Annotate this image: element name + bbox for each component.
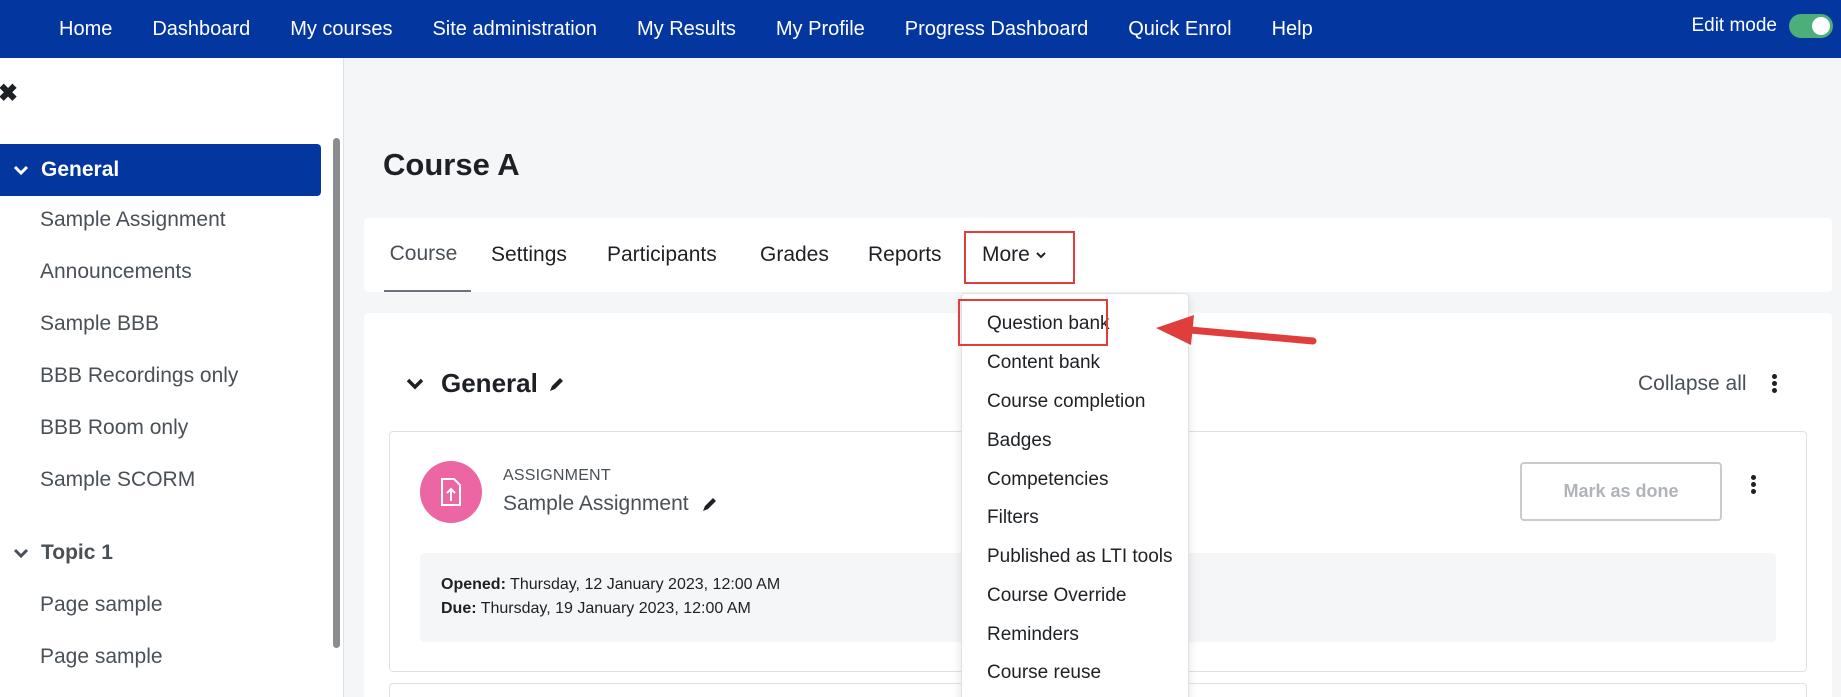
opened-date: Opened: Thursday, 12 January 2023, 12:00…	[441, 576, 780, 594]
pencil-icon[interactable]	[548, 375, 566, 393]
chevron-down-icon	[13, 165, 29, 175]
drawer-item-sample-bbb[interactable]: Sample BBB	[40, 312, 159, 336]
page-title: Course A	[383, 147, 520, 182]
due-date: Due: Thursday, 19 January 2023, 12:00 AM	[441, 600, 751, 618]
drawer-section-topic-1[interactable]: Topic 1	[0, 541, 113, 565]
assignment-icon	[420, 461, 482, 523]
drawer-item-sample-assignment[interactable]: Sample Assignment	[40, 208, 226, 232]
drawer-item-sample-scorm[interactable]: Sample SCORM	[40, 468, 195, 492]
menu-item-filters[interactable]: Filters	[987, 507, 1039, 529]
assignment-file-icon	[441, 478, 461, 506]
question-bank-highlight-box	[958, 299, 1108, 346]
drawer-section-label: Topic 1	[41, 541, 113, 564]
drawer-item-page-sample[interactable]: Page sample	[40, 593, 163, 617]
tab-grades[interactable]: Grades	[760, 218, 829, 292]
nav-home[interactable]: Home	[0, 18, 132, 41]
chevron-down-icon	[13, 548, 29, 558]
tab-course[interactable]: Course	[384, 218, 471, 292]
drawer-section-label: General	[41, 158, 120, 181]
edit-mode-control: Edit mode	[1691, 0, 1833, 52]
nav-help[interactable]: Help	[1252, 18, 1333, 41]
menu-item-competencies[interactable]: Competencies	[987, 469, 1108, 491]
activity-name-link[interactable]: Sample Assignment	[503, 492, 689, 516]
menu-item-content-bank[interactable]: Content bank	[987, 352, 1100, 374]
nav-my-results[interactable]: My Results	[617, 18, 756, 41]
nav-my-courses[interactable]: My courses	[270, 18, 412, 41]
section-kebab-icon[interactable]	[1772, 374, 1778, 395]
menu-item-badges[interactable]: Badges	[987, 430, 1051, 452]
menu-item-course-reuse[interactable]: Course reuse	[987, 662, 1101, 684]
drawer-item-page-sample[interactable]: Page sample	[40, 645, 163, 669]
more-highlight-box	[964, 231, 1075, 284]
activity-kebab-icon[interactable]	[1751, 475, 1757, 496]
toggle-knob	[1812, 17, 1830, 35]
nav-site-administration[interactable]: Site administration	[412, 18, 617, 41]
opened-value: Thursday, 12 January 2023, 12:00 AM	[510, 576, 781, 593]
activity-title: Sample Assignment	[503, 492, 719, 516]
drawer-item-bbb-recordings[interactable]: BBB Recordings only	[40, 364, 238, 388]
drawer-section-general[interactable]: General	[0, 144, 321, 196]
nav-progress-dashboard[interactable]: Progress Dashboard	[885, 18, 1108, 41]
collapse-all-link[interactable]: Collapse all	[1638, 372, 1747, 396]
menu-item-published-as-lti-tools[interactable]: Published as LTI tools	[987, 546, 1173, 568]
due-value: Thursday, 19 January 2023, 12:00 AM	[480, 600, 751, 617]
drawer-item-announcements[interactable]: Announcements	[40, 260, 192, 284]
activity-type: ASSIGNMENT	[503, 467, 611, 484]
nav-quick-enrol[interactable]: Quick Enrol	[1108, 18, 1251, 41]
secondary-navigation: Course Settings Participants Grades Repo…	[364, 218, 1832, 292]
edit-mode-label: Edit mode	[1691, 15, 1777, 36]
opened-label: Opened:	[441, 576, 506, 593]
section-title: General	[441, 368, 538, 398]
red-arrow-annotation	[1156, 315, 1317, 345]
close-icon[interactable]: ✖	[0, 82, 18, 106]
menu-item-reminders[interactable]: Reminders	[987, 624, 1079, 646]
drawer-item-bbb-room[interactable]: BBB Room only	[40, 416, 188, 440]
nav-dashboard[interactable]: Dashboard	[132, 18, 270, 41]
mark-as-done-button[interactable]: Mark as done	[1520, 462, 1722, 521]
tab-reports[interactable]: Reports	[868, 218, 942, 292]
tab-participants[interactable]: Participants	[607, 218, 717, 292]
primary-navigation: Home Dashboard My courses Site administr…	[0, 0, 1333, 58]
section-header: General	[403, 368, 566, 399]
drawer-scrollbar[interactable]	[333, 138, 340, 648]
nav-my-profile[interactable]: My Profile	[756, 18, 885, 41]
top-navbar: Home Dashboard My courses Site administr…	[0, 0, 1841, 58]
chevron-down-icon[interactable]	[403, 377, 427, 391]
course-index-drawer: ✖ General Sample Assignment Announcement…	[0, 58, 344, 697]
edit-mode-toggle[interactable]	[1789, 14, 1833, 38]
menu-item-course-override[interactable]: Course Override	[987, 585, 1126, 607]
tab-settings[interactable]: Settings	[491, 218, 567, 292]
due-label: Due:	[441, 600, 477, 617]
menu-item-course-completion[interactable]: Course completion	[987, 391, 1145, 413]
pencil-icon[interactable]	[701, 495, 719, 513]
